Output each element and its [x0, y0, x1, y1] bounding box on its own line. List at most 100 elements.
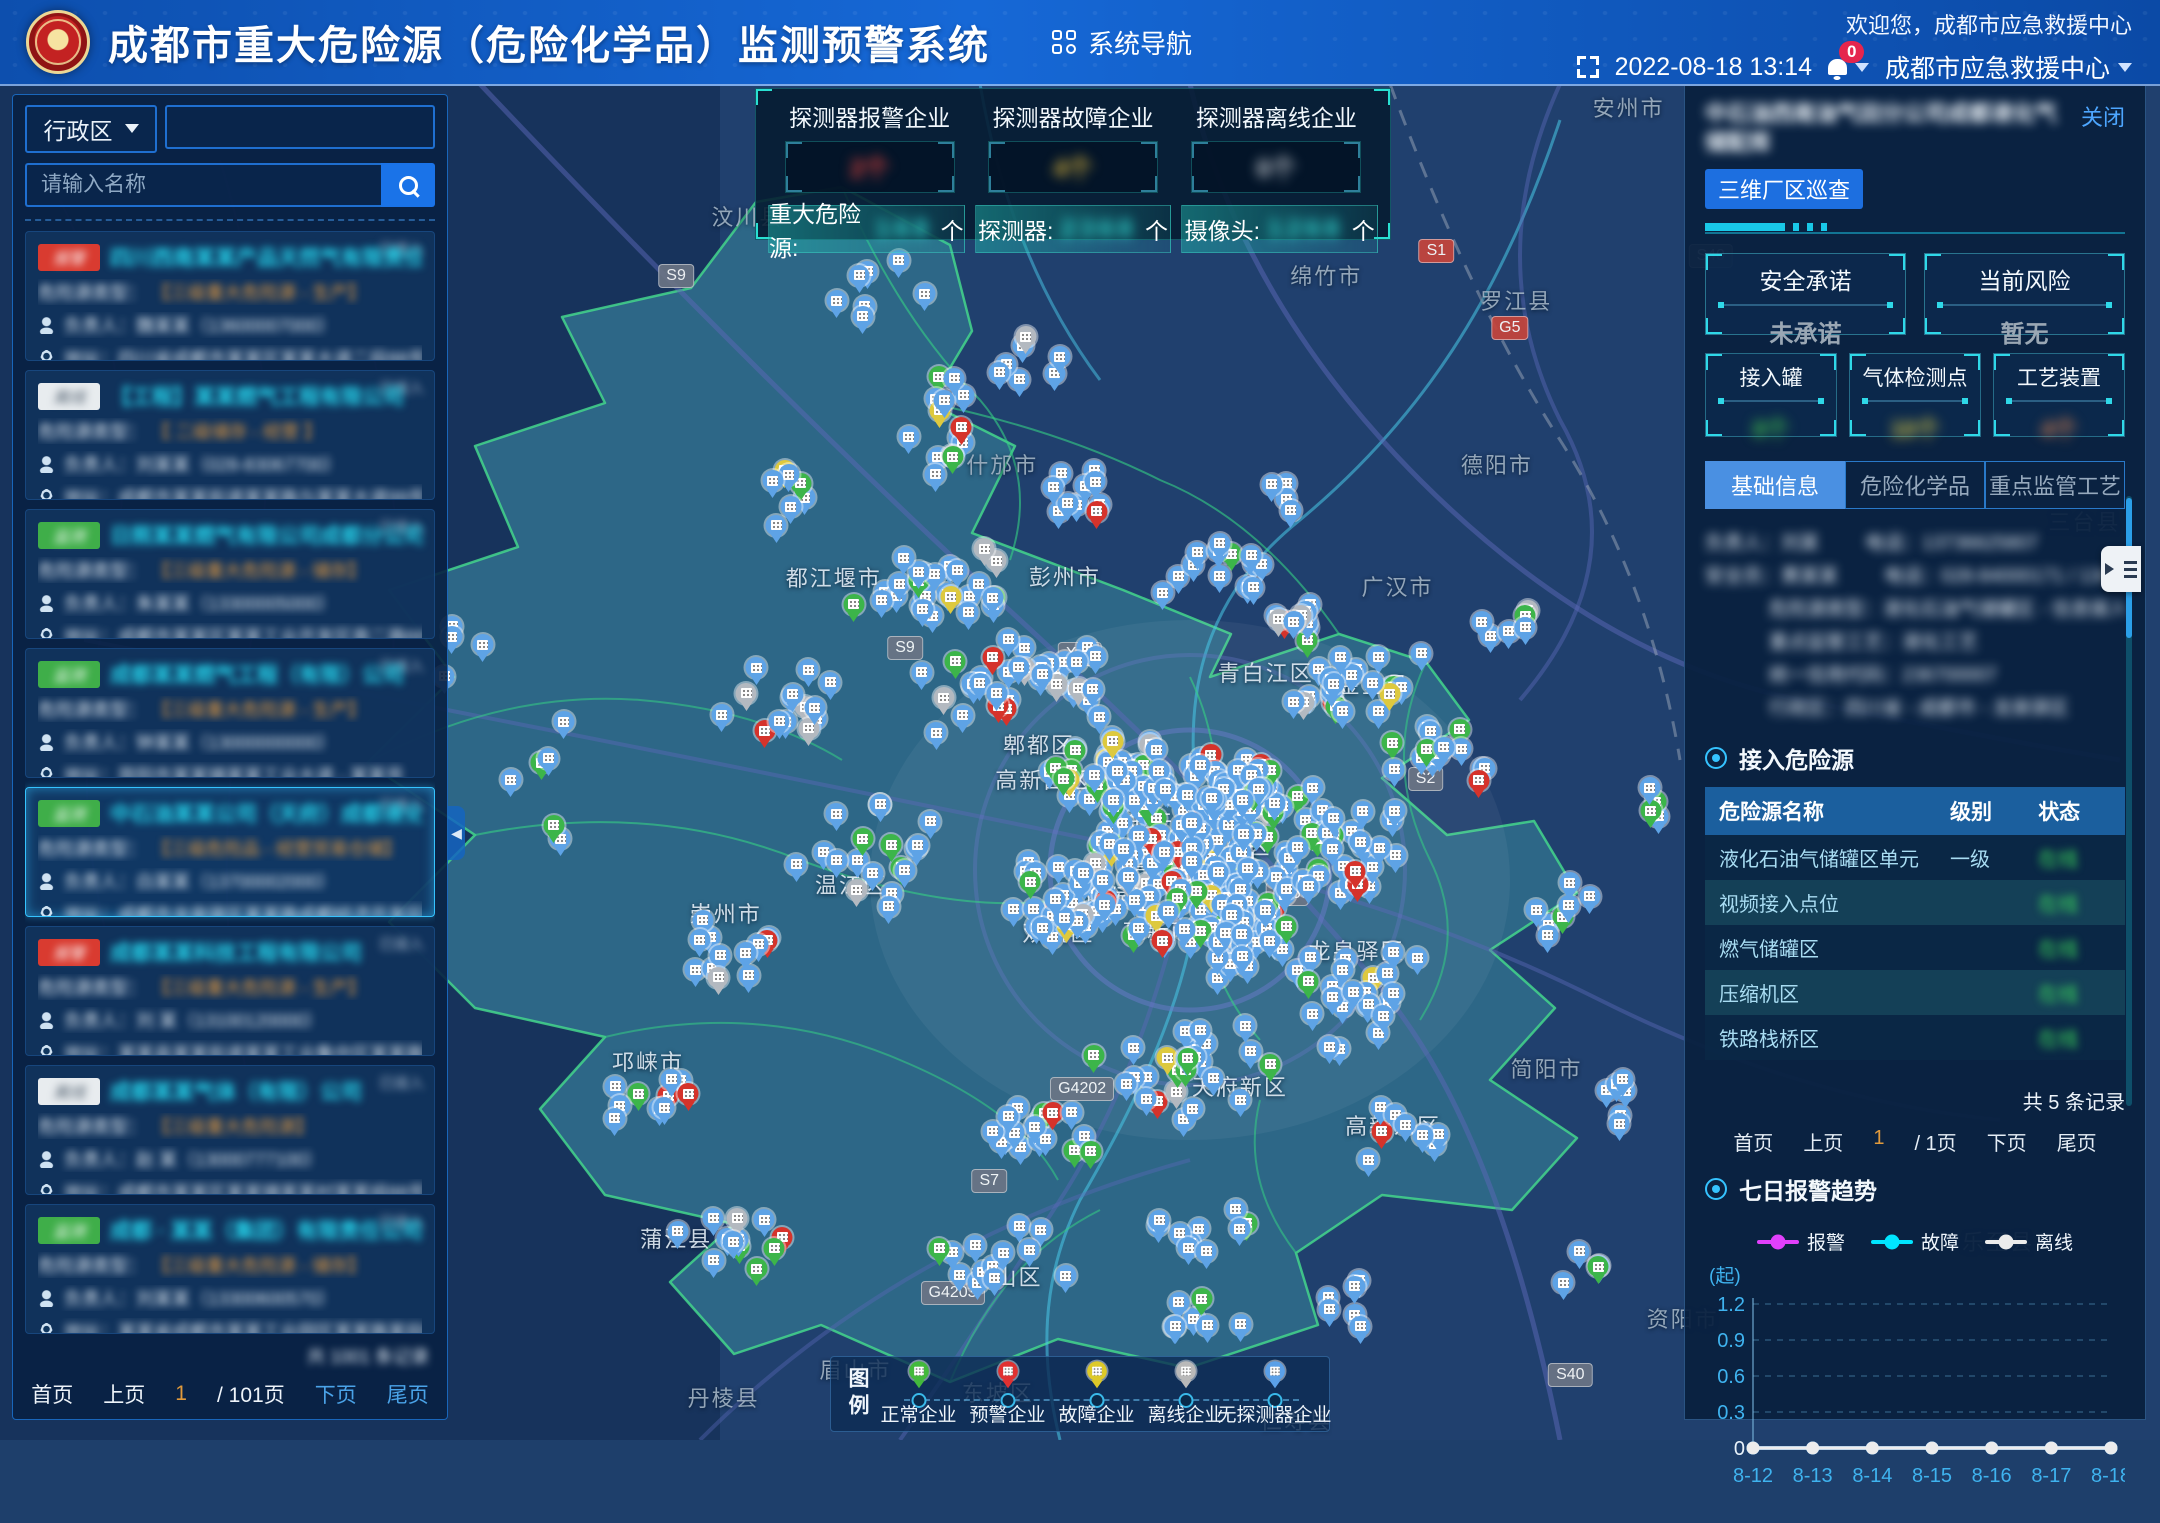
- map-pin[interactable]: [1287, 837, 1308, 858]
- map-pin[interactable]: [1177, 1048, 1198, 1069]
- map-pin[interactable]: [1302, 1003, 1323, 1024]
- map-pin[interactable]: [1020, 871, 1041, 892]
- map-pin[interactable]: [993, 1242, 1014, 1263]
- map-pin[interactable]: [1559, 872, 1580, 893]
- map-pin[interactable]: [1300, 947, 1321, 968]
- map-pin[interactable]: [1019, 1239, 1040, 1260]
- map-pin[interactable]: [1383, 942, 1404, 963]
- map-pin[interactable]: [1152, 582, 1173, 603]
- map-pin[interactable]: [907, 835, 928, 856]
- map-pin[interactable]: [1332, 959, 1353, 980]
- map-pin[interactable]: [1152, 930, 1173, 951]
- map-pin[interactable]: [703, 1208, 724, 1229]
- tab-hazardous-chemicals[interactable]: 危险化学品: [1845, 461, 1985, 509]
- map-pin[interactable]: [1174, 919, 1195, 940]
- map-pin[interactable]: [605, 1076, 626, 1097]
- map-pin[interactable]: [798, 659, 819, 680]
- map-pin[interactable]: [1057, 493, 1078, 514]
- map-pin[interactable]: [1086, 501, 1107, 522]
- map-pin[interactable]: [1255, 900, 1276, 921]
- patrol-3d-button[interactable]: 三维厂区巡查: [1705, 169, 1863, 209]
- sidebar-collapse-arrow[interactable]: ◀: [448, 806, 465, 860]
- page-last[interactable]: 尾页: [387, 1379, 429, 1409]
- map-pin[interactable]: [898, 426, 919, 447]
- map-pin[interactable]: [1383, 983, 1404, 1004]
- map-pin[interactable]: [1362, 672, 1383, 693]
- map-pin[interactable]: [1116, 1073, 1137, 1094]
- map-pin[interactable]: [1609, 1113, 1630, 1134]
- map-pin[interactable]: [1471, 611, 1492, 632]
- map-pin[interactable]: [1384, 759, 1405, 780]
- map-pin[interactable]: [1073, 862, 1094, 883]
- map-pin[interactable]: [1187, 542, 1208, 563]
- map-pin[interactable]: [1009, 1215, 1030, 1236]
- map-pin[interactable]: [933, 687, 954, 708]
- map-pin[interactable]: [1154, 841, 1175, 862]
- map-pin[interactable]: [553, 711, 574, 732]
- close-button[interactable]: 关闭: [2081, 100, 2125, 132]
- map-pin[interactable]: [974, 538, 995, 559]
- map-pin[interactable]: [1243, 577, 1264, 598]
- map-pin[interactable]: [940, 586, 961, 607]
- trend-legend-item[interactable]: 离线: [1985, 1228, 2073, 1255]
- company-card[interactable]: 已接入离线【工程】某某燃气工程有限公司危险源类型：【 二级储存 - 经营 】负责…: [25, 370, 435, 500]
- map-pin[interactable]: [1197, 1315, 1218, 1336]
- map-pin[interactable]: [1433, 737, 1454, 758]
- page-prev[interactable]: 上页: [103, 1379, 145, 1409]
- map-pin[interactable]: [723, 1231, 744, 1252]
- map-pin[interactable]: [944, 368, 965, 389]
- map-pin[interactable]: [746, 657, 767, 678]
- map-pin[interactable]: [1082, 679, 1103, 700]
- map-pin[interactable]: [1203, 1068, 1224, 1089]
- map-pin[interactable]: [1468, 770, 1489, 791]
- page-next[interactable]: 下页: [1987, 1127, 2027, 1156]
- map-pin[interactable]: [1168, 1292, 1189, 1313]
- map-pin[interactable]: [1118, 867, 1139, 888]
- map-pin[interactable]: [820, 672, 841, 693]
- search-input[interactable]: [25, 163, 381, 207]
- map-pin[interactable]: [951, 417, 972, 438]
- company-card[interactable]: 已接入监测日照某某燃气有限公司成都分公司危险源类型：【三级重大危险源 - 储存】…: [25, 509, 435, 639]
- notifications-bell[interactable]: 0: [1828, 55, 1869, 79]
- map-pin[interactable]: [1146, 739, 1167, 760]
- map-pin[interactable]: [849, 265, 870, 286]
- company-card[interactable]: 已接入报警成都某某科技工程有限公司危险源类型：【三级重大危险源 - 生产】负责人…: [25, 926, 435, 1056]
- map-pin[interactable]: [914, 283, 935, 304]
- map-pin[interactable]: [1235, 1015, 1256, 1036]
- map-pin[interactable]: [982, 1121, 1003, 1142]
- map-pin[interactable]: [1280, 500, 1301, 521]
- map-pin[interactable]: [1053, 768, 1074, 789]
- map-pin[interactable]: [1369, 837, 1390, 858]
- map-pin[interactable]: [1259, 930, 1280, 951]
- map-pin[interactable]: [1015, 326, 1036, 347]
- map-pin[interactable]: [1368, 646, 1389, 667]
- page-current[interactable]: 1: [1873, 1127, 1884, 1156]
- map-pin[interactable]: [1042, 1102, 1063, 1123]
- trend-legend-item[interactable]: 故障: [1871, 1228, 1959, 1255]
- map-pin[interactable]: [1229, 1218, 1250, 1239]
- map-pin[interactable]: [1302, 777, 1323, 798]
- panel-expand-button[interactable]: [2101, 546, 2141, 592]
- map-pin[interactable]: [500, 769, 521, 790]
- map-pin[interactable]: [989, 362, 1010, 383]
- map-pin[interactable]: [1190, 1020, 1211, 1041]
- map-pin[interactable]: [1283, 691, 1304, 712]
- map-pin[interactable]: [826, 850, 847, 871]
- map-pin[interactable]: [1155, 779, 1176, 800]
- user-menu[interactable]: 成都市应急救援中心: [1885, 49, 2132, 85]
- map-pin[interactable]: [1182, 1098, 1203, 1119]
- map-pin[interactable]: [1113, 839, 1134, 860]
- map-pin[interactable]: [1102, 731, 1123, 752]
- map-pin[interactable]: [942, 446, 963, 467]
- map-pin[interactable]: [1225, 1199, 1246, 1220]
- map-pin[interactable]: [1276, 916, 1297, 937]
- map-pin[interactable]: [1190, 755, 1211, 776]
- map-pin[interactable]: [1003, 899, 1024, 920]
- map-pin[interactable]: [1230, 1314, 1251, 1335]
- map-pin[interactable]: [1055, 1265, 1076, 1286]
- system-nav-button[interactable]: 系统导航: [1052, 24, 1192, 61]
- map-pin[interactable]: [920, 811, 941, 832]
- map-pin[interactable]: [711, 704, 732, 725]
- map-pin[interactable]: [689, 929, 710, 950]
- map-pin[interactable]: [1407, 947, 1428, 968]
